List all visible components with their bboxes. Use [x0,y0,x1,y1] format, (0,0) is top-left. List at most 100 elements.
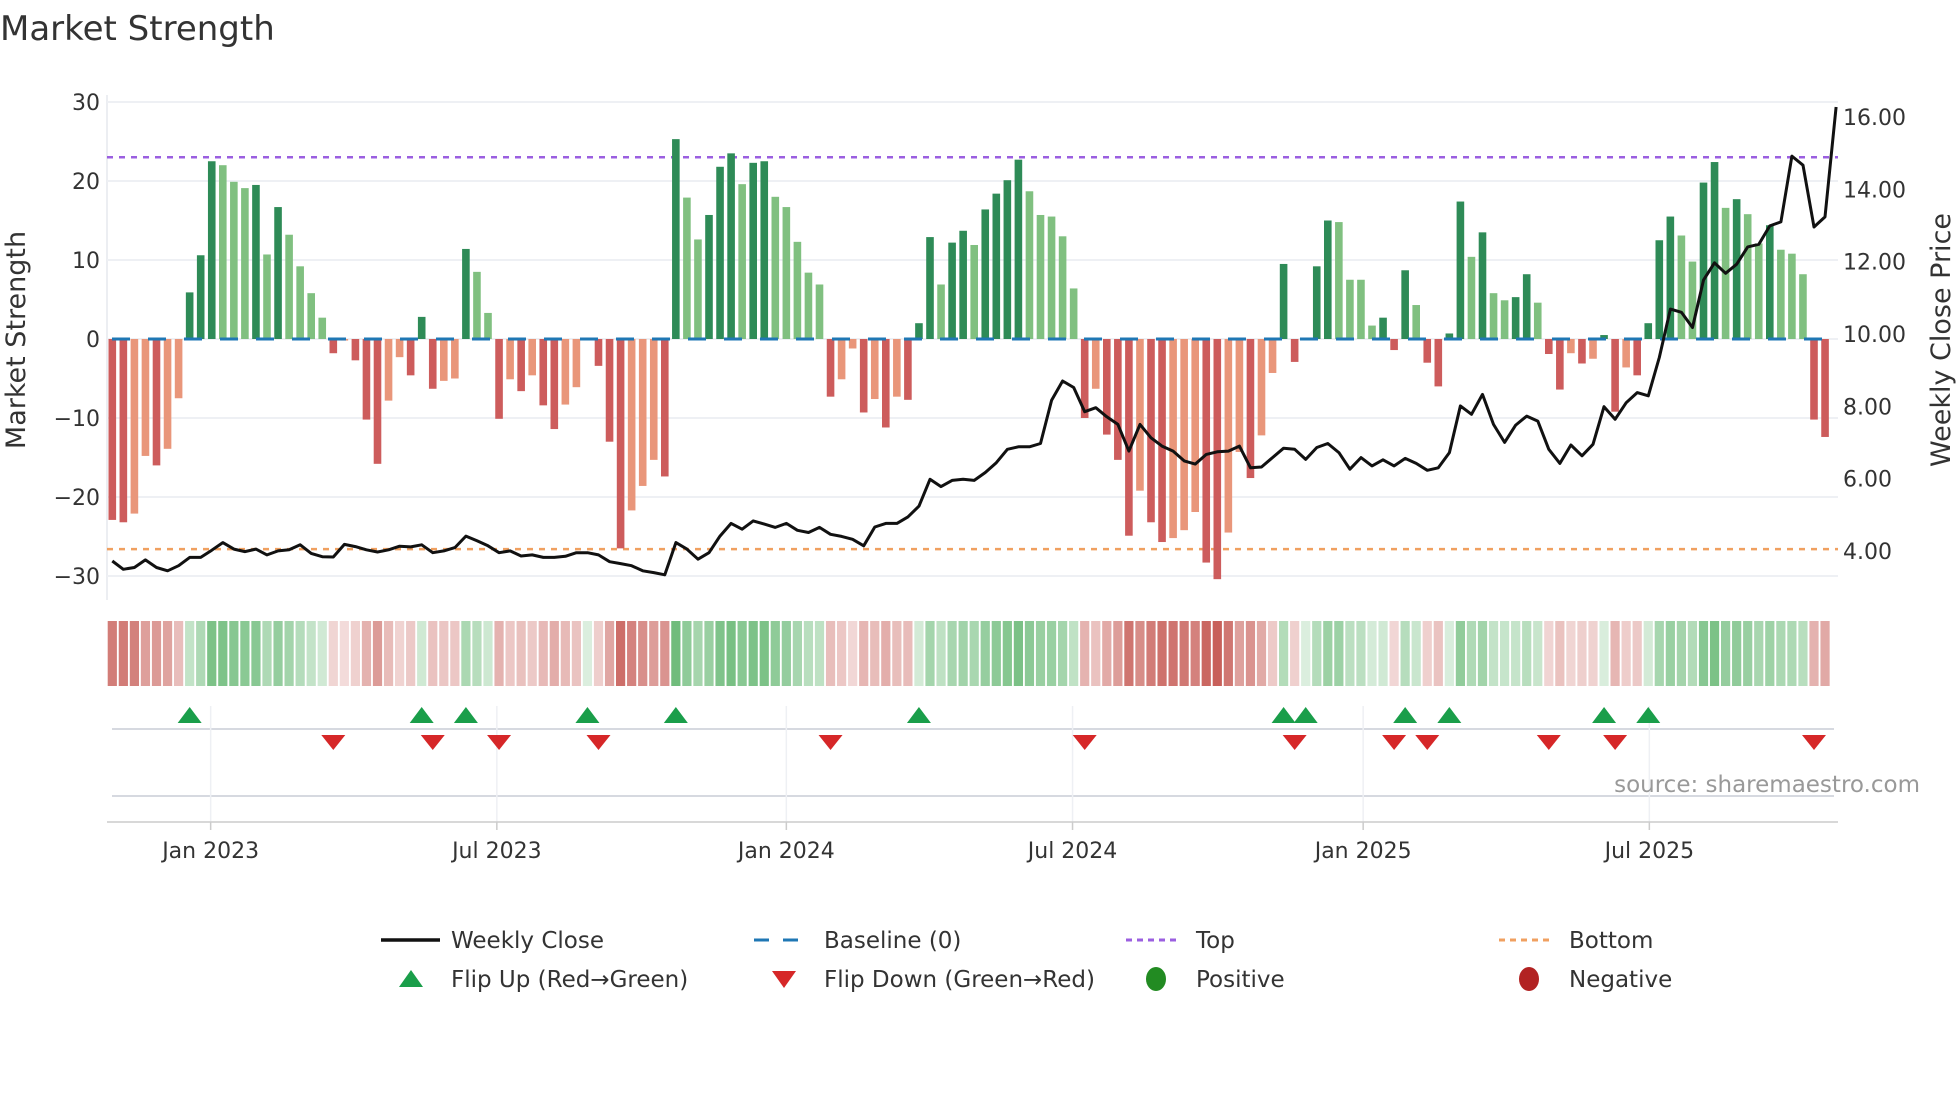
strip-cell [660,621,670,686]
legend-label-bottom: Bottom [1569,928,1653,954]
strength-bar [1777,249,1785,339]
strip-cell [1046,621,1057,686]
strength-bar [539,339,548,406]
flip-up-marker [453,707,478,723]
strip-cell [1223,621,1233,686]
strip-cell [1058,621,1068,686]
left-tick-label: −30 [54,565,100,590]
strip-cell [991,621,1001,686]
strip-cell [118,621,128,686]
strip-cell [151,621,162,686]
strip-cell [1466,621,1477,686]
strength-bar [406,339,415,376]
strip-cell [914,621,924,686]
strip-cell [406,621,416,686]
strip-cell [505,621,515,686]
strip-cell [792,621,802,686]
right-axis-ticks: 16.00 14.00 12.00 10.00 8.00 6.00 4.00 [1843,106,1906,565]
strength-bar [174,339,183,399]
strip-cell [825,621,836,686]
strip-cell [1323,621,1333,686]
strength-bar [285,234,293,339]
strength-heat-strip [107,621,1830,686]
strip-cell [218,621,228,686]
strip-cell [1102,621,1112,686]
strength-bar [1743,214,1752,339]
strip-cell [1754,621,1764,686]
strength-bar [1567,339,1575,354]
strength-bar [1003,180,1012,339]
strip-cell [527,621,537,686]
strip-cell [947,621,957,686]
strip-cell [516,621,526,686]
strength-bar [1533,302,1542,339]
strip-cell [383,621,394,686]
strength-bar [1412,305,1420,339]
flip-down-marker [818,735,843,750]
strip-cell [1013,621,1023,686]
strip-cell [1256,621,1267,686]
strip-cell [980,621,990,686]
strength-bar [760,161,769,339]
strength-bar [1136,339,1144,491]
strip-cell [1400,621,1410,686]
strip-cell [1378,621,1388,686]
strip-cell [1035,621,1046,686]
source-label: source: sharemaestro.com [1614,772,1920,798]
strength-bar [1732,199,1741,339]
strip-cell [1069,621,1079,686]
strength-bar [638,339,647,486]
legend-label-positive: Positive [1196,967,1285,993]
strip-cell [1290,621,1300,686]
strength-bar [440,339,448,381]
strip-cell [1091,621,1101,686]
strength-bar [1799,274,1807,339]
strip-cell [649,621,659,686]
strip-cell [107,621,117,686]
strength-bar [1766,225,1774,339]
strip-cell [1201,621,1211,686]
strength-bar [981,209,990,339]
strip-cell [450,621,460,686]
strength-bar [484,312,492,339]
strip-cell [616,621,626,686]
strip-cell [1488,621,1499,686]
strength-bar [1556,339,1564,390]
flip-up-marker [1636,707,1661,723]
flip-down-marker [321,735,346,750]
strip-cell [1643,621,1653,686]
strength-bar [1611,339,1619,412]
strip-cell [372,621,383,686]
strength-bar [1036,214,1045,339]
x-tick-label: Jan 2024 [736,839,835,864]
right-tick-label: 8.00 [1843,395,1892,420]
strip-cell [461,621,471,686]
strip-cell [892,621,902,686]
right-tick-label: 10.00 [1843,323,1906,348]
strength-bar [1467,256,1476,339]
strength-bar [893,339,901,397]
strip-cell [1334,621,1344,686]
strip-cell [1157,621,1167,686]
strip-cell [1179,621,1189,686]
strip-cell [1511,621,1521,686]
strength-bar [141,339,150,456]
strength-bar [926,237,934,339]
strip-cell [881,621,891,686]
strength-bar [1014,159,1023,339]
strip-cell [196,621,206,686]
flip-up-legend-icon [399,970,423,987]
strip-cell [682,621,692,686]
strength-bar [241,188,249,339]
strength-bar [1069,288,1078,339]
strip-cell [848,621,858,686]
left-tick-label: −20 [54,486,100,511]
strip-cell [627,621,637,686]
flip-up-marker [906,707,931,723]
strip-cell [240,621,250,686]
strength-bars [108,139,1829,580]
strength-bar [1754,243,1763,339]
strength-bar [384,339,393,401]
strip-cell [428,621,438,686]
strength-bar [1655,240,1664,339]
